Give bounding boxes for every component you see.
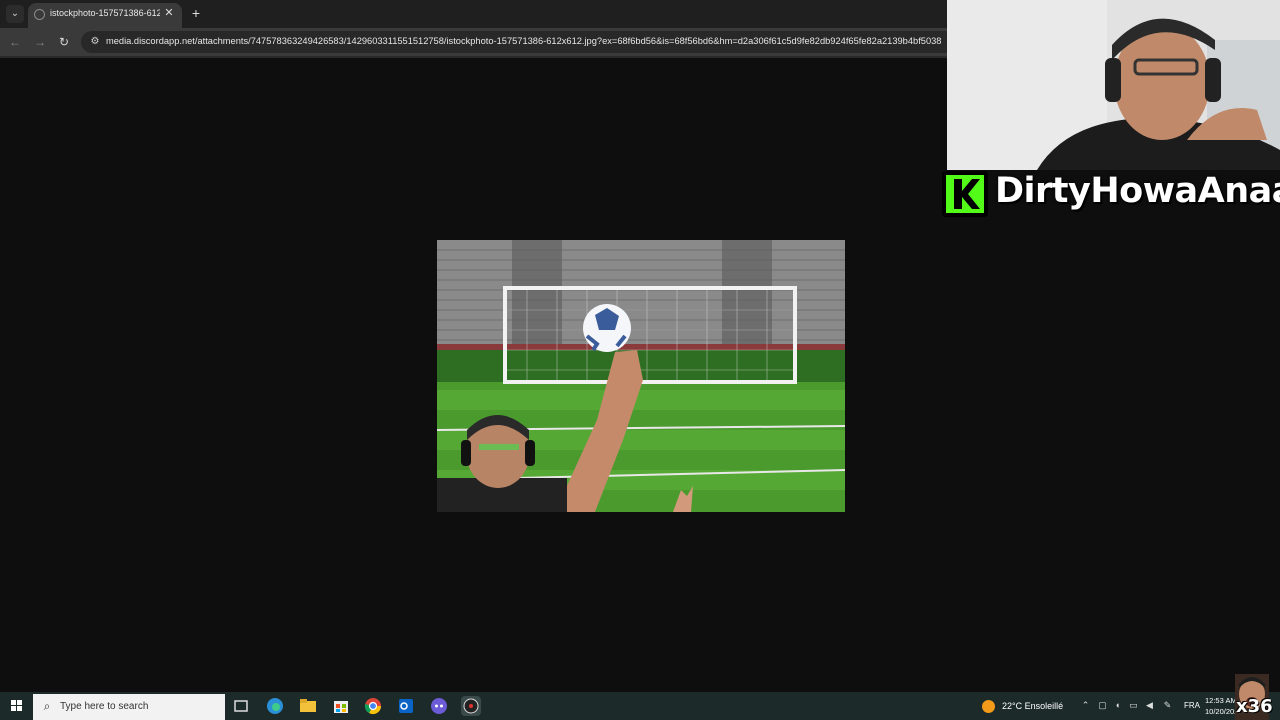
system-clock[interactable]: 12:53 AM 10/20/2025: [1205, 695, 1235, 717]
taskbar-search-box[interactable]: ⌕ Type here to search: [33, 694, 225, 720]
streamer-banner: DirtyHowaAnaa: [940, 168, 1280, 220]
pen-icon[interactable]: ✎: [1162, 700, 1173, 711]
viewed-image[interactable]: [437, 240, 845, 512]
input-language[interactable]: FRA: [1184, 701, 1200, 710]
task-view-icon[interactable]: [231, 696, 251, 716]
streamer-name: DirtyHowaAnaa: [995, 171, 1280, 211]
close-icon[interactable]: ✕: [162, 6, 176, 20]
address-url[interactable]: media.discordapp.net/attachments/7475783…: [106, 36, 946, 46]
chrome-icon[interactable]: [363, 696, 383, 716]
globe-icon: [34, 9, 45, 20]
screen: ⌄ istockphoto-157571386-612x612 ✕ + ← → …: [0, 0, 1280, 720]
browser-tab-bar: ⌄ istockphoto-157571386-612x612 ✕ +: [0, 0, 947, 28]
meet-now-icon[interactable]: ▢: [1097, 700, 1108, 711]
weather-text[interactable]: 22°C Ensoleillé: [1002, 701, 1063, 711]
clock-time: 12:53 AM: [1205, 696, 1235, 705]
site-info-icon[interactable]: ⚙: [88, 35, 102, 49]
clock-date: 10/20/2025: [1205, 707, 1235, 716]
microphone-icon[interactable]: ◖: [1112, 700, 1123, 711]
edge-browser-icon[interactable]: [265, 696, 285, 716]
file-explorer-icon[interactable]: [298, 696, 318, 716]
emote-count: x36: [1236, 696, 1273, 717]
webcam-feed: [947, 0, 1280, 170]
forward-arrow-icon[interactable]: →: [32, 34, 48, 50]
microsoft-store-icon[interactable]: [331, 696, 351, 716]
weather-sun-icon[interactable]: [982, 700, 995, 713]
soccer-goal-image: [437, 240, 845, 512]
outlook-icon[interactable]: [396, 696, 416, 716]
search-placeholder: Type here to search: [60, 701, 149, 712]
reload-icon[interactable]: ↻: [56, 34, 72, 50]
search-icon: ⌕: [43, 699, 51, 713]
obs-icon[interactable]: [461, 696, 481, 716]
battery-icon[interactable]: ▭: [1128, 700, 1139, 711]
tab-title: istockphoto-157571386-612x612: [50, 8, 160, 18]
browser-tab[interactable]: istockphoto-157571386-612x612 ✕: [28, 3, 182, 28]
address-bar[interactable]: ⚙ media.discordapp.net/attachments/74757…: [81, 31, 947, 53]
tab-search-chevron-icon[interactable]: ⌄: [6, 5, 24, 23]
new-tab-button[interactable]: +: [188, 5, 204, 21]
chevron-up-icon[interactable]: ⌃: [1080, 700, 1091, 711]
volume-icon[interactable]: ◀: [1144, 700, 1155, 711]
discord-icon[interactable]: [429, 696, 449, 716]
browser-toolbar: ← → ↻ ⚙ media.discordapp.net/attachments…: [0, 28, 947, 56]
windows-start-icon[interactable]: [0, 692, 33, 720]
windows-taskbar: ⌕ Type here to search 22°C Ensoleillé ⌃ …: [0, 692, 1280, 720]
webcam-image: [947, 0, 1280, 170]
back-arrow-icon[interactable]: ←: [7, 34, 23, 50]
kick-logo-icon: [942, 171, 988, 217]
